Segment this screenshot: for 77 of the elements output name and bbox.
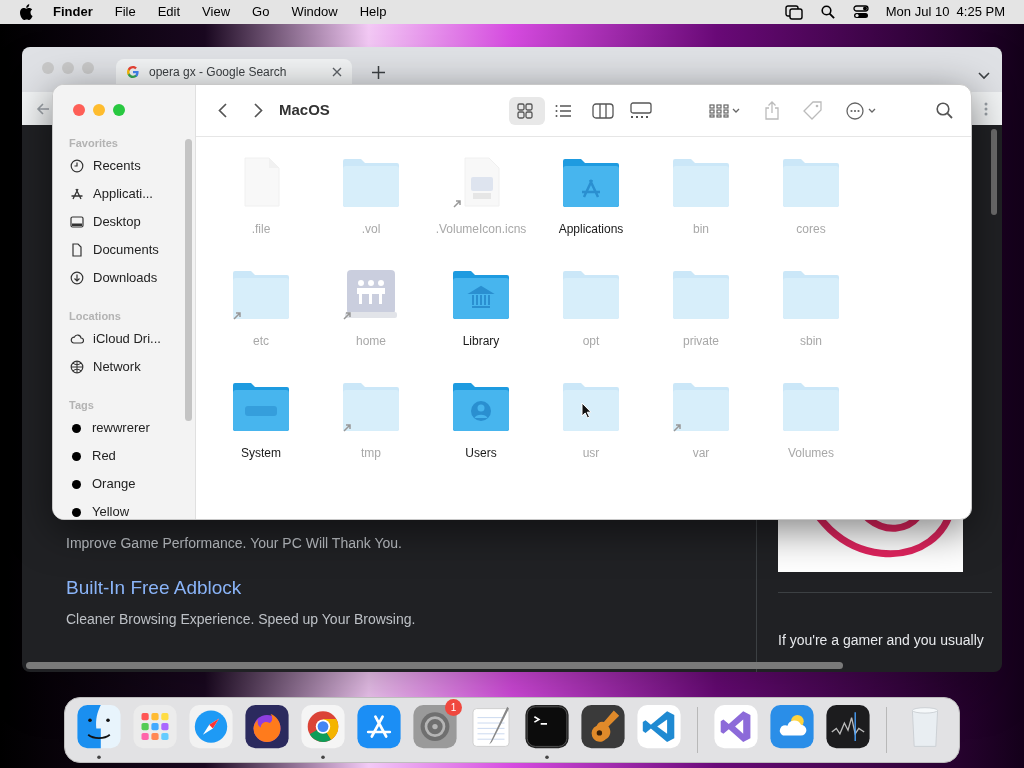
terminal-icon[interactable] xyxy=(523,705,571,759)
sidebar-heading: Tags xyxy=(69,398,95,413)
sidebar-item[interactable]: Orange xyxy=(69,470,195,498)
tri-color-ring-icon[interactable] xyxy=(299,705,347,759)
sidebar-item[interactable]: Network xyxy=(69,353,195,381)
file-name[interactable]: Library xyxy=(462,332,500,350)
sidebar-item[interactable]: Documents xyxy=(69,236,195,264)
control-center-icon[interactable] xyxy=(852,5,869,19)
cloud-icon xyxy=(70,332,84,346)
apps-folder-icon[interactable] xyxy=(561,157,621,208)
dock-divider xyxy=(697,707,698,753)
applications-icon xyxy=(70,187,84,201)
forward-chevron-icon[interactable] xyxy=(254,103,263,118)
globe-icon xyxy=(70,360,84,374)
file-name[interactable]: System xyxy=(241,444,281,462)
caret-icon[interactable] xyxy=(731,108,740,113)
smiling-face-icon[interactable] xyxy=(75,705,123,759)
menu-clock[interactable]: Mon Jul 10 4:25 PM xyxy=(885,2,1005,22)
vertical-scrollbar[interactable] xyxy=(991,129,997,215)
folder-title: MacOS xyxy=(279,100,330,121)
zoom-button[interactable] xyxy=(113,104,125,116)
sidebar-item[interactable]: iCloud Dri... xyxy=(69,325,195,353)
back-chevron-icon[interactable] xyxy=(218,103,227,118)
clock-icon xyxy=(70,159,84,173)
sidebar-scrollbar[interactable] xyxy=(185,139,192,421)
side-text: If you're a gamer and you usually xyxy=(778,631,985,650)
menu-item[interactable]: File xyxy=(114,2,136,22)
browser-tab[interactable]: opera gx - Google Search xyxy=(116,59,352,84)
gallery-view-icon[interactable] xyxy=(629,101,652,120)
new-tab-icon[interactable] xyxy=(372,66,385,79)
sidebar-item[interactable]: rewwrerer xyxy=(69,414,195,442)
screen-mirroring-icon[interactable] xyxy=(784,4,803,20)
library-folder-icon[interactable] xyxy=(451,269,511,320)
menu-item[interactable]: Go xyxy=(252,2,270,22)
menu-app-name[interactable]: Finder xyxy=(53,2,93,22)
sidebar-item[interactable]: Recents xyxy=(69,152,195,180)
share-icon[interactable] xyxy=(764,101,779,120)
sidebar-heading: Favorites xyxy=(69,136,119,151)
sidebar-item[interactable]: Applicati... xyxy=(69,180,195,208)
close-icon[interactable] xyxy=(332,66,342,77)
group-icon[interactable] xyxy=(708,103,729,118)
mouse-pointer-icon xyxy=(581,402,592,419)
sidebar-item[interactable]: Red xyxy=(69,442,195,470)
download-icon xyxy=(70,271,84,285)
sidebar-item[interactable]: Desktop xyxy=(69,208,195,236)
file-name[interactable]: Applications xyxy=(558,220,624,238)
apple-logo-icon[interactable] xyxy=(19,4,33,20)
close-button[interactable] xyxy=(73,104,85,116)
sidebar-item[interactable]: Yellow xyxy=(69,498,195,519)
g-logo-icon xyxy=(126,64,140,79)
search-icon[interactable] xyxy=(820,5,835,19)
result-link[interactable]: Built-In Free Adblock xyxy=(66,574,756,603)
file-name[interactable]: Users xyxy=(465,444,497,462)
result-snippet: Cleaner Browsing Experience. Speed up Your Browsing. xyxy=(66,609,417,629)
back-arrow-icon[interactable] xyxy=(36,101,50,116)
dock-divider xyxy=(886,707,887,753)
column-view-icon[interactable] xyxy=(591,101,614,120)
menu-item[interactable]: Window xyxy=(291,2,338,22)
sidebar-item[interactable]: Downloads xyxy=(69,264,195,292)
grid-view-button[interactable] xyxy=(508,96,545,125)
result-snippet: Improve Game Performance. Your PC Will Thank You. xyxy=(66,534,403,553)
horizontal-scrollbar[interactable] xyxy=(26,662,843,669)
tag-icon[interactable] xyxy=(802,101,822,120)
menu-item[interactable]: View xyxy=(202,2,231,22)
users-folder-icon[interactable] xyxy=(451,381,511,432)
more-icon[interactable] xyxy=(845,101,864,120)
document-icon xyxy=(70,243,84,257)
menu-item[interactable]: Edit xyxy=(157,2,181,22)
more-icon[interactable] xyxy=(984,101,988,116)
notification-badge: 1 xyxy=(445,699,462,716)
chevron-down-icon[interactable] xyxy=(978,72,990,80)
search-icon[interactable] xyxy=(936,102,953,119)
sidebar-heading: Locations xyxy=(69,309,122,324)
caret-icon[interactable] xyxy=(867,108,876,113)
system-folder-icon[interactable] xyxy=(231,381,291,432)
menu-item[interactable]: Help xyxy=(359,2,387,22)
desktop-icon xyxy=(70,215,84,229)
